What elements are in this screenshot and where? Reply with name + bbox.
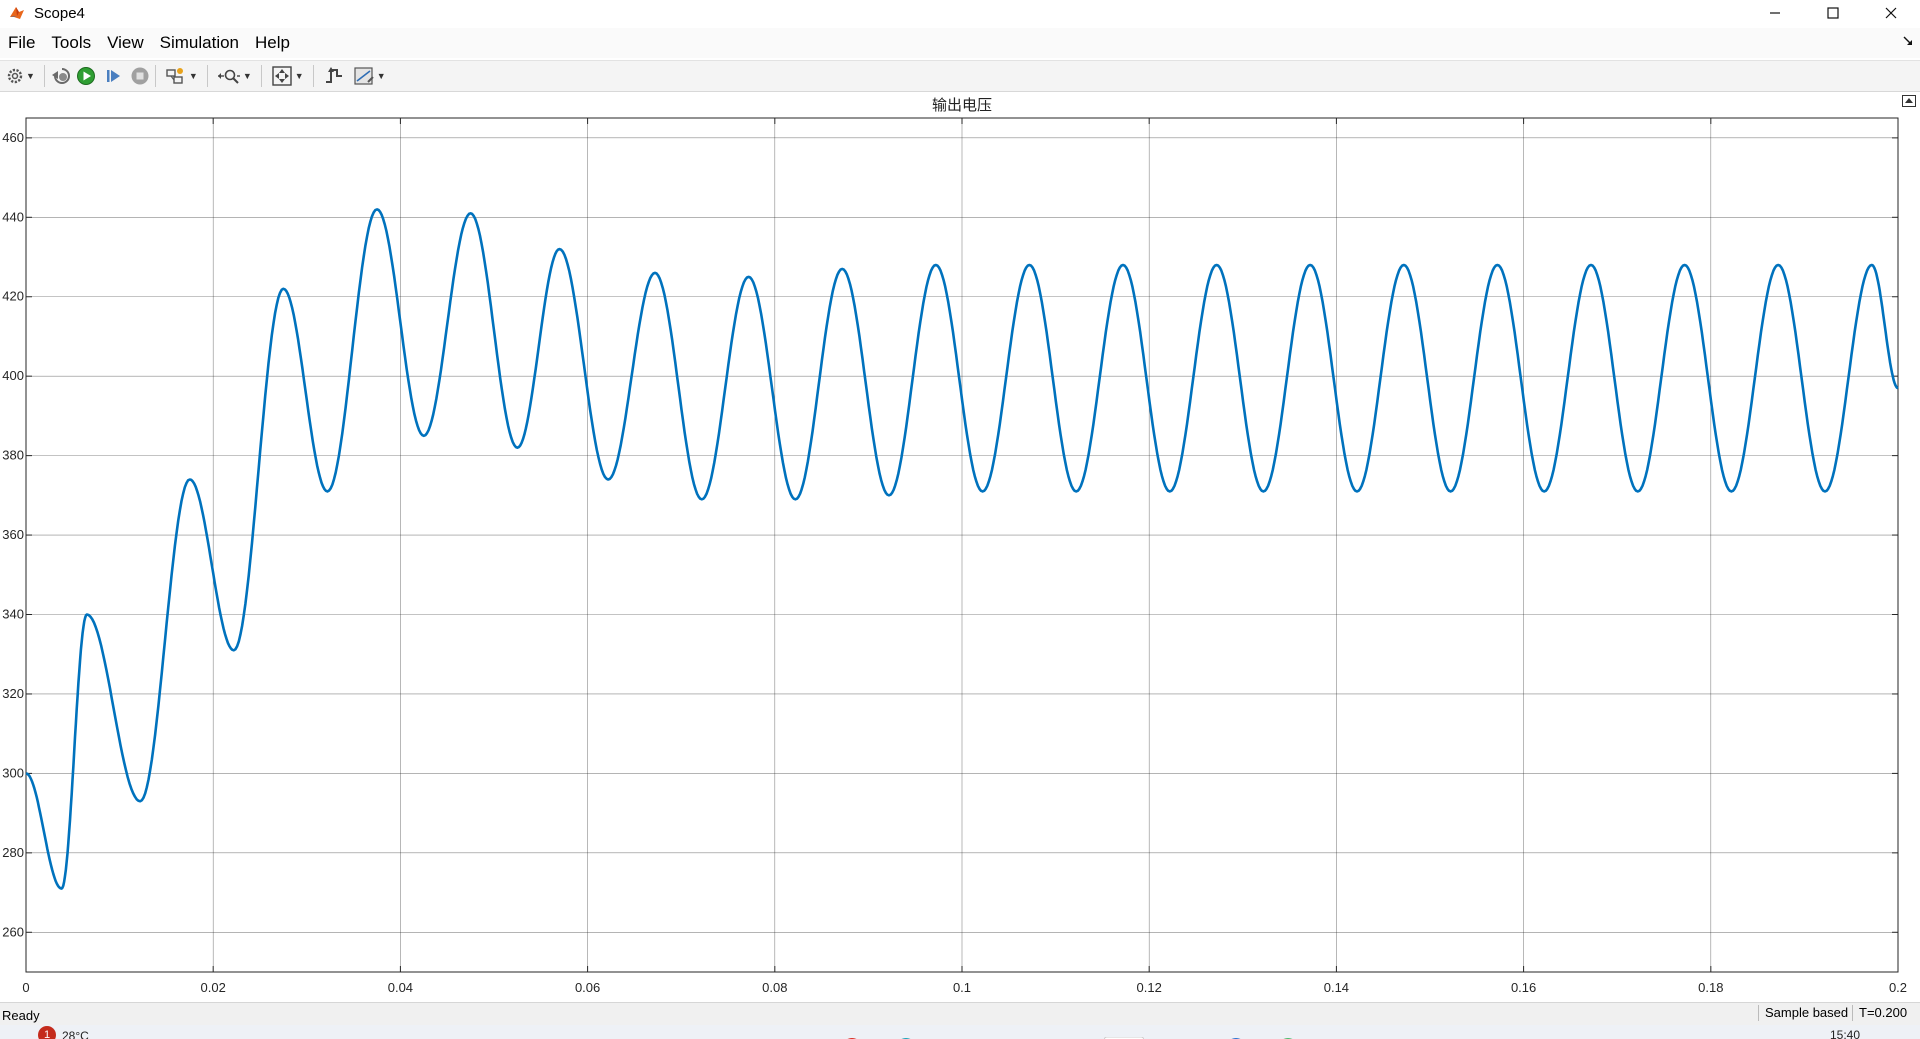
scope-plot-area: 输出电压 0 0.02 0.04 0.06 0.08 0.1 0.12 0.14 0.16 0.18… [0,92,1920,1000]
status-bar: Ready Sample based T=0.200 [0,1002,1920,1025]
menu-view[interactable]: View [99,33,152,53]
triggers-button[interactable] [323,63,345,89]
highlight-simulink-block-icon [166,68,183,84]
scale-axes-button[interactable] [271,63,293,89]
toolbar-separator [206,65,208,87]
maximize-button[interactable] [1804,0,1862,26]
x-tick-label: 0 [22,980,29,995]
y-tick-label: 320 [2,686,24,701]
taskbar-clock: 15:40 [1830,1028,1861,1039]
highlight-dropdown-arrow[interactable]: ▼ [189,71,198,81]
taskbar-explorer-icon[interactable] [1000,1032,1024,1039]
status-ready: Ready [2,1008,40,1023]
measurements-button[interactable] [353,63,375,89]
x-tick-label: 0.16 [1511,980,1536,995]
toolbar-separator [43,65,45,87]
collapse-toolbar-button[interactable] [1902,94,1916,112]
scale-axes-icon [272,66,292,86]
stop-icon [131,67,149,85]
step-back-button[interactable] [50,63,72,89]
weather-badge[interactable]: 1 [38,1026,56,1039]
undock-arrow-icon[interactable] [1902,34,1914,50]
collapse-icon [1902,95,1916,107]
menu-file[interactable]: File [0,33,43,53]
menu-tools[interactable]: Tools [43,33,99,53]
taskbar-search-box[interactable] [496,1032,766,1039]
x-tick-label: 0.1 [953,980,971,995]
matlab-icon [8,4,26,22]
zoom-button[interactable] [217,63,241,89]
step-forward-icon [106,70,120,82]
taskbar-app-icon[interactable] [1224,1032,1248,1039]
taskbar-app3-icon[interactable] [1444,1032,1468,1039]
y-tick-label: 260 [2,924,24,939]
configuration-properties-icon [7,68,23,84]
y-tick-label: 300 [2,765,24,780]
step-forward-button[interactable] [104,63,124,89]
measurements-icon [354,67,374,85]
toolbar: ▼ ▼ ▼ ▼ ▼ [0,60,1920,92]
toolbar-separator [260,65,262,87]
x-tick-label: 0.18 [1698,980,1723,995]
y-tick-label: 440 [2,209,24,224]
y-tick-label: 360 [2,527,24,542]
menu-simulation[interactable]: Simulation [152,33,247,53]
toolbar-separator [312,65,314,87]
x-tick-label: 0.12 [1137,980,1162,995]
highlight-simulink-block-button[interactable] [165,63,187,89]
taskbar-office-icon[interactable] [950,1032,974,1039]
title-bar: Scope4 [0,0,1920,26]
x-tick-label: 0.02 [201,980,226,995]
taskbar-chrome-icon[interactable] [840,1032,864,1039]
zoom-dropdown-arrow[interactable]: ▼ [243,71,252,81]
y-tick-label: 420 [2,289,24,304]
close-button[interactable] [1862,0,1920,26]
config-dropdown-arrow[interactable]: ▼ [26,71,35,81]
windows-taskbar: 1 28°C 15:40 [0,1025,1920,1039]
x-tick-label: 0.08 [762,980,787,995]
status-sample-mode: Sample based [1758,1005,1854,1021]
status-sim-time: T=0.200 [1852,1005,1913,1021]
configuration-properties-button[interactable] [6,63,24,89]
taskbar-windows-icon[interactable] [448,1032,474,1039]
run-button[interactable] [76,63,96,89]
taskbar-file-icon[interactable] [792,1032,812,1039]
y-tick-label: 400 [2,368,24,383]
window-title: Scope4 [34,4,85,22]
minimize-button[interactable] [1746,0,1804,26]
x-tick-label: 0.14 [1324,980,1349,995]
scope-axes[interactable]: 输出电压 0 0.02 0.04 0.06 0.08 0.1 0.12 0.14 0.16 0.18… [0,92,1920,1000]
toolbar-separator [154,65,156,87]
taskbar-matlab-icon[interactable] [1103,1032,1145,1039]
x-tick-label: 0.2 [1889,980,1907,995]
measurements-dropdown-arrow[interactable]: ▼ [377,71,386,81]
triggers-icon [325,67,342,83]
taskbar-edge-icon[interactable] [894,1032,918,1039]
run-icon [76,67,95,85]
minimize-icon [1770,12,1780,14]
zoom-icon [217,69,240,84]
scale-dropdown-arrow[interactable]: ▼ [295,71,304,81]
menu-help[interactable]: Help [247,33,298,53]
y-tick-label: 460 [2,130,24,145]
x-tick-label: 0.06 [575,980,600,995]
y-tick-label: 380 [2,448,24,463]
taskbar-wechat-icon[interactable] [1168,1032,1192,1039]
step-back-icon [51,68,70,84]
plot-title: 输出电压 [932,96,992,114]
maximize-icon [1827,7,1839,19]
menu-bar: File Tools View Simulation Help [0,28,1920,58]
y-tick-label: 280 [2,845,24,860]
close-icon [1885,7,1897,19]
x-tick-label: 0.04 [388,980,413,995]
weather-temperature[interactable]: 28°C [62,1029,89,1039]
y-tick-label: 340 [2,607,24,622]
stop-button[interactable] [130,63,150,89]
taskbar-app2-icon[interactable] [1276,1032,1300,1039]
